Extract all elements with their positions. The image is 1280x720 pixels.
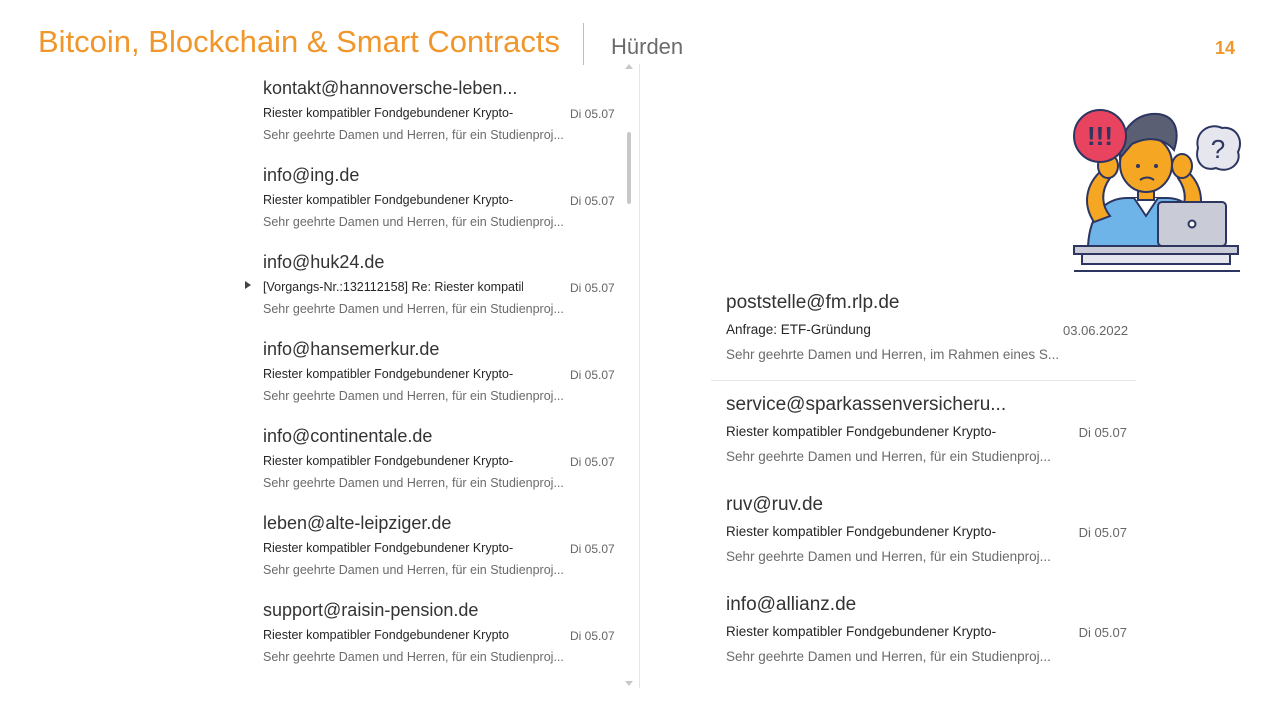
mail-item[interactable]: info@allianz.de Riester kompatibler Fond… (703, 582, 1127, 682)
mail-date: Di 05.07 (1078, 525, 1127, 540)
mail-separator (711, 380, 1136, 381)
mail-item[interactable]: ruv@ruv.de Riester kompatibler Fondgebun… (703, 482, 1127, 582)
panel-divider (639, 64, 640, 688)
mail-item[interactable]: support@raisin-pension.de Riester kompat… (240, 586, 625, 673)
mail-subject: Riester kompatibler Fondgebundener Krypt… (263, 628, 509, 642)
scroll-down-arrow-icon[interactable] (625, 681, 633, 686)
mail-sender: poststelle@fm.rlp.de (726, 292, 900, 313)
mail-preview: Sehr geehrte Damen und Herren, für ein S… (263, 563, 564, 577)
mail-date: Di 05.07 (1078, 425, 1127, 440)
slide-subtitle: Hürden (611, 34, 684, 59)
mail-sender: ruv@ruv.de (726, 494, 824, 515)
mail-subject: Anfrage: ETF-Gründung (726, 322, 871, 337)
mail-item[interactable]: poststelle@fm.rlp.de Anfrage: ETF-Gründu… (703, 280, 1128, 380)
mail-preview: Sehr geehrte Damen und Herren, für ein S… (263, 389, 564, 403)
mail-sender: info@hansemerkur.de (263, 339, 440, 359)
desk-base-icon (1081, 253, 1231, 265)
mail-item[interactable]: info@ing.de Riester kompatibler Fondgebu… (240, 151, 625, 238)
mail-preview: Sehr geehrte Damen und Herren, für ein S… (263, 476, 564, 490)
mail-sender: service@sparkassenversicheru... (726, 394, 1007, 415)
page-number: 14 (1215, 38, 1236, 58)
mail-preview: Sehr geehrte Damen und Herren, für ein S… (263, 650, 564, 664)
mail-subject: Riester kompatibler Fondgebundener Krypt… (263, 367, 514, 381)
mail-preview: Sehr geehrte Damen und Herren, im Rahmen… (726, 347, 1060, 362)
mail-list-scrollbar[interactable] (624, 64, 634, 688)
slide-title: Bitcoin, Blockchain & Smart Contracts (38, 24, 561, 59)
mail-subject: Riester kompatibler Fondgebundener Krypt… (726, 524, 997, 539)
mail-date: Di 05.07 (570, 107, 615, 121)
mail-date: Di 05.07 (570, 281, 615, 295)
alert-exclamation-text: !!! (1087, 121, 1113, 151)
mail-sender: info@allianz.de (726, 594, 857, 615)
mail-item[interactable]: kontakt@hannoversche-leben... Riester ko… (240, 64, 625, 151)
scroll-thumb[interactable] (627, 132, 631, 204)
mail-sender: info@continentale.de (263, 426, 433, 446)
mail-preview: Sehr geehrte Damen und Herren, für ein S… (726, 549, 1051, 564)
mail-subject: Riester kompatibler Fondgebundener Krypt… (263, 454, 514, 468)
mail-subject: Riester kompatibler Fondgebundener Krypt… (726, 624, 997, 639)
mail-date: Di 05.07 (570, 542, 615, 556)
mail-item[interactable]: leben@alte-leipziger.de Riester kompatib… (240, 499, 625, 586)
mail-item[interactable]: service@sparkassenversicheru... Riester … (703, 382, 1127, 482)
mail-preview: Sehr geehrte Damen und Herren, für ein S… (726, 449, 1051, 464)
mail-date: Di 05.07 (570, 368, 615, 382)
mail-date: Di 05.07 (570, 629, 615, 643)
mail-sender: support@raisin-pension.de (263, 600, 479, 620)
mail-list-right: poststelle@fm.rlp.de Anfrage: ETF-Gründu… (703, 280, 1143, 680)
mail-date: Di 05.07 (570, 455, 615, 469)
mail-subject: Riester kompatibler Fondgebundener Krypt… (726, 424, 997, 439)
scroll-up-arrow-icon[interactable] (625, 64, 633, 69)
mail-item[interactable]: info@huk24.de [Vorgangs-Nr.:132112158] R… (240, 238, 625, 325)
desk-icon (1073, 245, 1239, 255)
mail-date: Di 05.07 (1078, 625, 1127, 640)
laptop-logo-icon (1187, 219, 1197, 229)
mail-sender: kontakt@hannoversche-leben... (263, 78, 518, 98)
mail-date: 03.06.2022 (1063, 323, 1129, 338)
expand-thread-icon[interactable] (245, 281, 251, 289)
mail-preview: Sehr geehrte Damen und Herren, für ein S… (263, 302, 564, 316)
mail-preview: Sehr geehrte Damen und Herren, für ein S… (263, 128, 564, 142)
mail-item[interactable]: info@hansemerkur.de Riester kompatibler … (240, 325, 625, 412)
right-eye-icon (1154, 164, 1158, 168)
mail-subject: Riester kompatibler Fondgebundener Krypt… (263, 106, 514, 120)
question-mark-text: ? (1211, 134, 1225, 164)
confused-person-laptop-icon: !!! ? (1073, 109, 1241, 272)
right-hand-icon (1171, 153, 1193, 179)
mail-item[interactable]: info@continentale.de Riester kompatibler… (240, 412, 625, 499)
mail-subject: Riester kompatibler Fondgebundener Krypt… (263, 541, 514, 555)
left-eye-icon (1136, 164, 1140, 168)
mail-sender: info@huk24.de (263, 252, 385, 272)
mail-subject: Riester kompatibler Fondgebundener Krypt… (263, 193, 514, 207)
title-divider (583, 23, 584, 65)
mail-list-panel: kontakt@hannoversche-leben... Riester ko… (240, 64, 640, 688)
mail-date: Di 05.07 (570, 194, 615, 208)
mail-sender: info@ing.de (263, 165, 360, 185)
mail-sender: leben@alte-leipziger.de (263, 513, 452, 533)
mail-preview: Sehr geehrte Damen und Herren, für ein S… (726, 649, 1051, 664)
mail-preview: Sehr geehrte Damen und Herren, für ein S… (263, 215, 564, 229)
mail-subject: [Vorgangs-Nr.:132112158] Re: Riester kom… (263, 280, 523, 294)
